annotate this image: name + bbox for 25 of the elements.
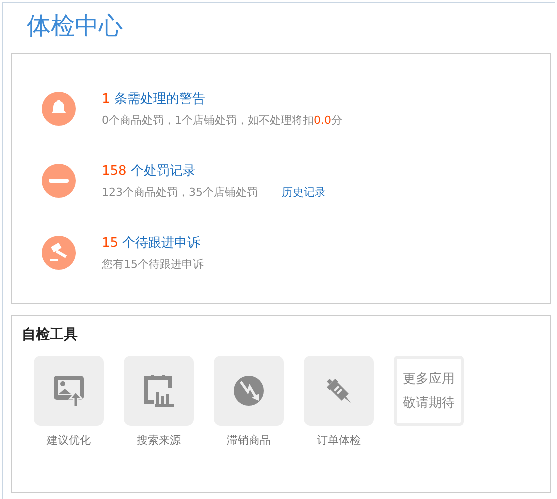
tool-tile[interactable] <box>214 356 284 426</box>
tool-label: 订单体检 <box>317 433 361 448</box>
record-title[interactable]: 158 个处罚记录 <box>102 162 326 180</box>
tool-tile[interactable] <box>124 356 194 426</box>
tool-label: 建议优化 <box>47 433 91 448</box>
tool-label: 滞销商品 <box>227 433 271 448</box>
gavel-icon <box>42 236 76 270</box>
tool-tile[interactable] <box>304 356 374 426</box>
tool-tile[interactable] <box>34 356 104 426</box>
more-apps-text: 敬请期待 <box>403 395 455 412</box>
page-title: 体检中心 <box>27 11 124 42</box>
more-apps-text: 更多应用 <box>403 371 455 388</box>
record-detail: 123个商品处罚，35个店铺处罚 <box>102 185 258 200</box>
section-title: 自检工具 <box>22 326 79 344</box>
record-title[interactable]: 15 个待跟进申诉 <box>102 234 204 252</box>
tool-label: 搜索来源 <box>137 433 181 448</box>
image-upload-icon <box>52 374 86 408</box>
history-link[interactable]: 历史记录 <box>282 185 326 200</box>
record-title[interactable]: 1 条需处理的警告 <box>102 90 342 108</box>
bell-icon <box>42 92 76 126</box>
record-detail: 您有15个待跟进申诉 <box>102 257 204 272</box>
minus-icon <box>42 164 76 198</box>
record-detail: 0个商品处罚，1个店铺处罚，如不处理将扣0.0分 <box>102 113 342 128</box>
down-trend-icon <box>232 374 266 408</box>
chart-icon <box>142 374 176 408</box>
